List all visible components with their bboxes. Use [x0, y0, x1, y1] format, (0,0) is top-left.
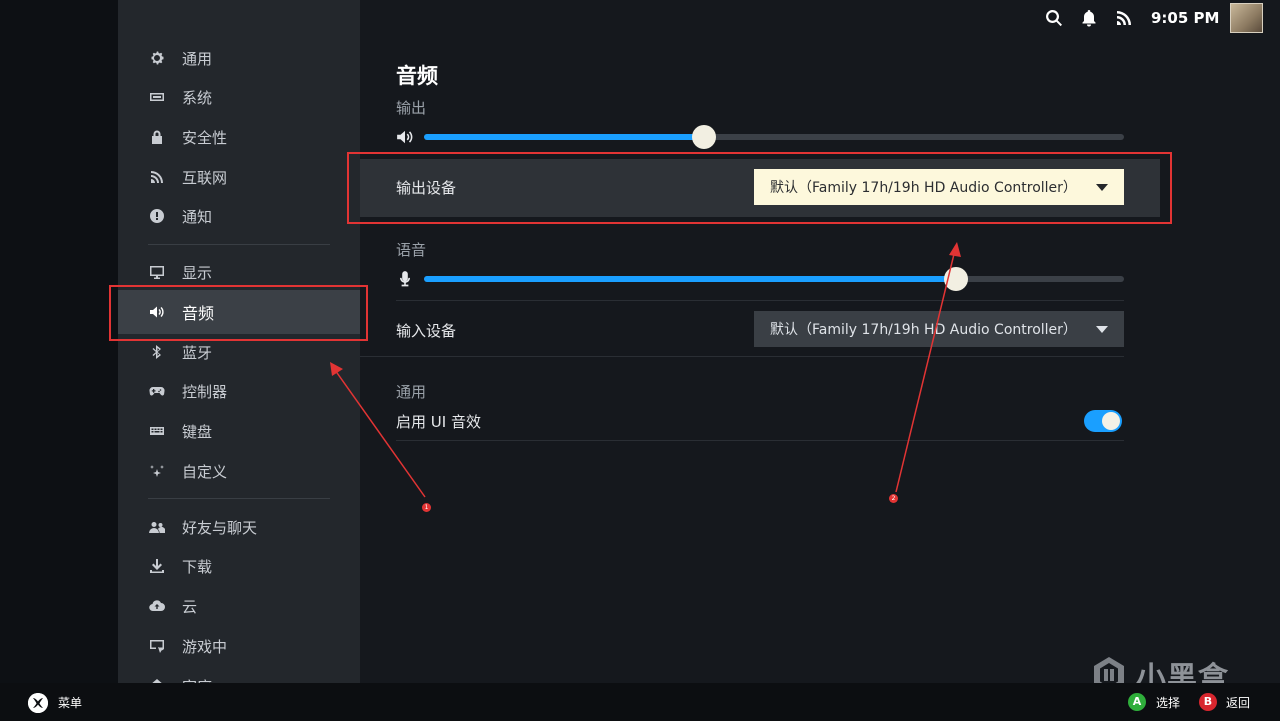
sidebar-item-label: 显示 — [182, 263, 213, 282]
output-section-label: 输出 — [396, 99, 427, 117]
system-icon — [148, 89, 165, 106]
output-volume-slider[interactable] — [424, 125, 1124, 149]
menu-label: 菜单 — [58, 696, 83, 710]
sidebar-item-notifications[interactable]: 通知 — [118, 196, 360, 236]
in-game-icon — [148, 638, 165, 655]
input-device-label: 输入设备 — [396, 322, 457, 340]
download-icon — [148, 558, 165, 575]
sidebar-item-label: 互联网 — [182, 168, 228, 187]
settings-sidebar: 通用 系统 安全性 互联网 通知 显示 音频 蓝牙 控制器 键盘 自定义 好友与… — [118, 0, 360, 683]
sidebar-item-in-game[interactable]: 游戏中 — [118, 626, 360, 666]
sidebar-item-label: 键盘 — [182, 422, 213, 441]
output-volume-knob[interactable] — [692, 125, 716, 149]
sidebar-item-system[interactable]: 系统 — [118, 77, 360, 117]
monitor-icon — [148, 264, 165, 281]
input-device-value: 默认（Family 17h/19h HD Audio Controller） — [770, 322, 1077, 338]
sidebar-divider — [148, 244, 330, 245]
chevron-down-icon — [1096, 326, 1108, 333]
back-label: 返回 — [1226, 696, 1251, 710]
sidebar-item-label: 控制器 — [182, 382, 228, 401]
sparkle-icon — [148, 463, 165, 480]
bottom-hint-bar: 菜单 A 选择 B 返回 — [0, 683, 1280, 721]
sidebar-item-label: 通知 — [182, 207, 213, 226]
sidebar-item-label: 自定义 — [182, 462, 228, 481]
sidebar-item-label: 云 — [182, 597, 198, 616]
b-button-icon[interactable]: B — [1199, 693, 1217, 711]
sidebar-item-cloud[interactable]: 云 — [118, 586, 360, 626]
ui-sounds-toggle[interactable] — [1084, 410, 1122, 432]
input-device-row[interactable]: 输入设备 默认（Family 17h/19h HD Audio Controll… — [360, 301, 1124, 357]
toggle-knob — [1102, 412, 1120, 430]
left-gutter — [0, 0, 118, 683]
sidebar-item-label: 下载 — [182, 557, 213, 576]
sidebar-item-family[interactable]: 家庭 — [118, 666, 360, 683]
cloud-icon — [148, 598, 165, 615]
bluetooth-icon — [148, 344, 165, 361]
alert-icon — [148, 208, 165, 225]
voice-volume-knob[interactable] — [944, 267, 968, 291]
friends-icon — [148, 519, 165, 536]
sidebar-item-label: 游戏中 — [182, 637, 228, 656]
sidebar-item-controller[interactable]: 控制器 — [118, 371, 360, 411]
sidebar-item-general[interactable]: 通用 — [118, 38, 360, 78]
sidebar-item-label: 系统 — [182, 88, 213, 107]
xbox-menu-icon[interactable] — [28, 693, 48, 713]
gear-icon — [148, 50, 165, 67]
general-section-label: 通用 — [396, 383, 427, 401]
row-divider — [396, 440, 1124, 441]
voice-volume-slider[interactable] — [424, 267, 1124, 291]
sidebar-item-customize[interactable]: 自定义 — [118, 451, 360, 491]
gamepad-icon — [148, 383, 165, 400]
annotation-box-audio-nav — [109, 285, 368, 341]
keyboard-icon — [148, 423, 165, 440]
sidebar-item-keyboard[interactable]: 键盘 — [118, 411, 360, 451]
volume-icon — [396, 128, 414, 146]
a-button-icon[interactable]: A — [1128, 693, 1146, 711]
sidebar-item-label: 家庭 — [182, 676, 212, 684]
audio-settings-panel: 音频 输出 输出设备 默认（Family 17h/19h HD Audio Co… — [360, 0, 1280, 683]
output-volume-fill — [424, 134, 704, 140]
input-device-dropdown[interactable]: 默认（Family 17h/19h HD Audio Controller） — [754, 311, 1124, 347]
sidebar-item-internet[interactable]: 互联网 — [118, 157, 360, 197]
sidebar-item-label: 安全性 — [182, 128, 228, 147]
ui-sounds-label: 启用 UI 音效 — [396, 413, 481, 431]
sidebar-divider — [148, 498, 330, 499]
sidebar-item-label: 通用 — [182, 49, 213, 68]
voice-section-label: 语音 — [396, 241, 427, 259]
wifi-icon — [148, 169, 165, 186]
annotation-marker-2: 2 — [889, 494, 898, 503]
sidebar-item-friends-chat[interactable]: 好友与聊天 — [118, 507, 360, 547]
sidebar-item-security[interactable]: 安全性 — [118, 117, 360, 157]
microphone-icon — [396, 270, 414, 288]
page-title: 音频 — [396, 64, 438, 88]
sidebar-item-label: 蓝牙 — [182, 343, 213, 362]
annotation-marker-1: 1 — [422, 503, 431, 512]
voice-volume-fill — [424, 276, 956, 282]
annotation-box-output-device — [347, 152, 1172, 224]
sidebar-item-label: 好友与聊天 — [182, 518, 258, 537]
select-label: 选择 — [1156, 696, 1181, 710]
sidebar-item-downloads[interactable]: 下载 — [118, 546, 360, 586]
lock-icon — [148, 129, 165, 146]
